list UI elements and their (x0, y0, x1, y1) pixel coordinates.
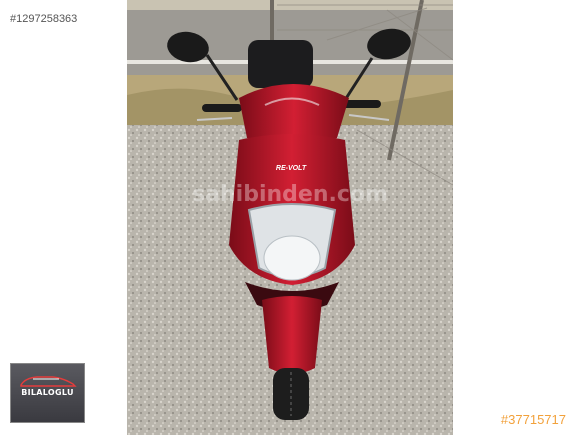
car-logo-icon (20, 376, 77, 387)
ad-number: #37715717 (500, 412, 566, 427)
scooter-photo[interactable]: RE-VOLT sahibinden.com (127, 0, 453, 435)
watermark-text: sahibinden.com (192, 182, 388, 207)
scooter-scene (127, 0, 453, 435)
brand-label: RE-VOLT (275, 165, 307, 172)
dealer-name: BILALOGLU (21, 388, 74, 397)
dealer-logo[interactable]: BILALOGLU (10, 363, 85, 423)
listing-image-id: #1297258363 (10, 13, 78, 25)
